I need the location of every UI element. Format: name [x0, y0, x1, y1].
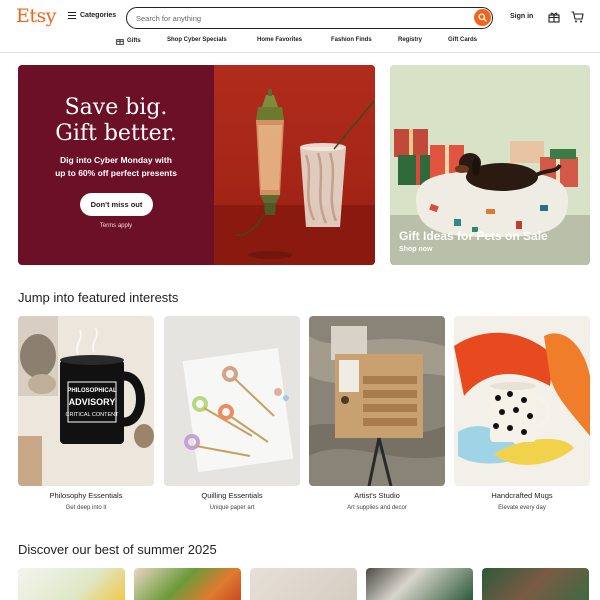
card-subtitle: Get deep into it	[65, 505, 107, 511]
mug-text-1: PHILOSOPHICAL	[67, 388, 117, 394]
summer-section-title: Discover our best of summer 2025	[18, 542, 217, 557]
nav-item-label: Gifts	[127, 38, 141, 44]
cart-icon[interactable]	[571, 11, 584, 23]
quilling-scissors-image	[164, 316, 300, 486]
gift-icon	[116, 39, 124, 45]
card-title: Quilling Essentials	[201, 491, 263, 500]
hero-subtext-line-1: Dig into Cyber Monday with	[60, 155, 172, 165]
interest-card-handcrafted-mugs[interactable]: Handcrafted Mugs Elevate every day	[454, 316, 590, 511]
hero-headline-line-1: Save big.	[64, 95, 168, 120]
header: Etsy Categories Search for anything Sign…	[0, 0, 600, 36]
search-bar[interactable]: Search for anything	[126, 7, 493, 29]
summer-item-3[interactable]	[250, 568, 357, 600]
mug-text-3: CRITICAL CONTENT	[66, 412, 120, 418]
shop-now-link[interactable]: Shop now	[399, 246, 432, 253]
categories-button[interactable]: Categories	[68, 12, 116, 19]
search-input[interactable]: Search for anything	[136, 14, 201, 23]
card-subtitle: Unique paper art	[209, 505, 255, 511]
card-title: Philosophy Essentials	[49, 491, 123, 500]
nav-item-gifts[interactable]: Gifts	[116, 37, 141, 45]
philosophy-mug-image: PHILOSOPHICAL ADVISORY CRITICAL CONTENT	[18, 316, 154, 486]
card-title: Handcrafted Mugs	[491, 491, 553, 500]
gift-icon[interactable]	[548, 11, 560, 23]
hero-headline-line-2: Gift better.	[55, 121, 177, 146]
search-icon	[478, 13, 487, 22]
card-title: Artist's Studio	[354, 491, 400, 500]
dont-miss-out-button[interactable]: Don't miss out	[80, 193, 153, 216]
interest-card-quilling[interactable]: Quilling Essentials Unique paper art	[164, 316, 300, 511]
search-button[interactable]	[474, 9, 491, 26]
handcrafted-mug-image	[454, 316, 590, 486]
hero-headline: Save big. Gift better.	[18, 95, 214, 147]
card-subtitle: Art supplies and decor	[347, 505, 407, 511]
menu-icon	[68, 12, 76, 19]
nav-item-cyber-specials[interactable]: Shop Cyber Specials	[167, 37, 227, 43]
hero-subtext: Dig into Cyber Monday with up to 60% off…	[18, 154, 214, 180]
category-nav: Gifts Shop Cyber Specials Home Favorites…	[0, 36, 600, 53]
nav-item-home-favorites[interactable]: Home Favorites	[257, 37, 302, 43]
summer-item-1[interactable]	[18, 568, 125, 600]
etsy-logo[interactable]: Etsy	[16, 5, 57, 27]
categories-label: Categories	[80, 12, 117, 19]
promo-title: Gift Ideas for Pets on Sale	[399, 229, 548, 243]
pet-gifts-promo[interactable]: Gift Ideas for Pets on Sale Shop now	[390, 65, 590, 265]
nav-item-registry[interactable]: Registry	[398, 37, 422, 43]
featured-interests-title: Jump into featured interests	[18, 290, 179, 305]
interest-card-artists-studio[interactable]: Artist's Studio Art supplies and decor	[309, 316, 445, 511]
interest-card-philosophy[interactable]: PHILOSOPHICAL ADVISORY CRITICAL CONTENT …	[18, 316, 154, 511]
hero-subtext-line-2: up to 60% off perfect presents	[55, 168, 177, 178]
nav-item-gift-cards[interactable]: Gift Cards	[448, 37, 477, 43]
card-subtitle: Elevate every day	[498, 505, 546, 511]
mug-text-2: ADVISORY	[69, 397, 116, 407]
summer-item-2[interactable]	[134, 568, 241, 600]
hero-banner[interactable]: Save big. Gift better. Dig into Cyber Mo…	[18, 65, 375, 265]
terms-apply-link[interactable]: Terms apply	[18, 223, 214, 229]
nav-item-fashion-finds[interactable]: Fashion Finds	[331, 37, 372, 43]
summer-item-4[interactable]	[366, 568, 473, 600]
artist-studio-image	[309, 316, 445, 486]
sign-in-link[interactable]: Sign in	[510, 13, 533, 20]
hero-image	[214, 65, 375, 265]
summer-item-5[interactable]	[482, 568, 589, 600]
